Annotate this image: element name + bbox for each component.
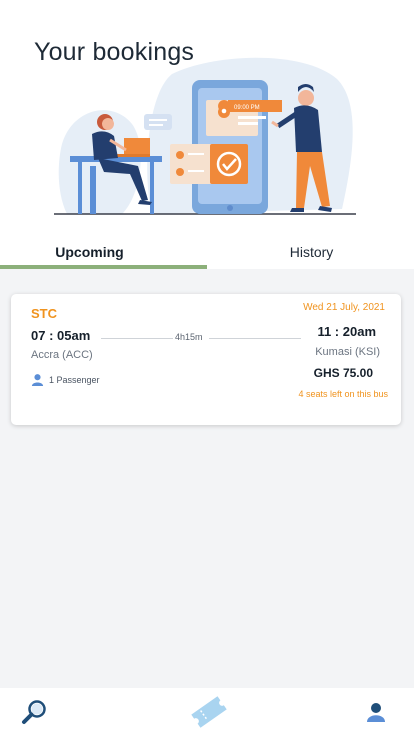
booking-illustration: 09:00 PM xyxy=(54,57,356,215)
tab-upcoming[interactable]: Upcoming xyxy=(0,244,193,260)
ticket-price: GHS 75.00 xyxy=(313,366,373,380)
route-line-right xyxy=(209,338,301,339)
departure-time: 07 : 05am xyxy=(31,328,91,343)
ticket-icon xyxy=(191,696,227,728)
profile-icon xyxy=(367,703,385,722)
active-tab-indicator xyxy=(0,265,207,269)
booking-tabs: Upcoming History xyxy=(0,236,414,269)
booking-card[interactable]: STC Wed 21 July, 2021 07 : 05am 4h15m 11… xyxy=(11,294,401,425)
operator-name: STC xyxy=(31,306,57,321)
arrival-time: 11 : 20am xyxy=(317,324,376,339)
tab-history[interactable]: History xyxy=(208,244,414,260)
nav-search-button[interactable] xyxy=(15,688,55,736)
route-line-left xyxy=(101,338,173,339)
search-icon xyxy=(22,700,46,724)
departure-city: Accra (ACC) xyxy=(31,349,93,361)
bottom-navigation xyxy=(0,688,414,736)
passenger-icon xyxy=(31,374,44,386)
seats-left: 4 seats left on this bus xyxy=(298,389,388,399)
nav-tickets-button[interactable] xyxy=(185,688,233,736)
arrival-city: Kumasi (KSI) xyxy=(315,346,380,358)
trip-date: Wed 21 July, 2021 xyxy=(303,302,385,313)
trip-duration: 4h15m xyxy=(175,332,203,342)
phone-time-label: 09:00 PM xyxy=(234,105,260,111)
header-area: Your bookings 09:00 PM xyxy=(0,0,414,268)
passenger-count: 1 Passenger xyxy=(49,375,100,385)
nav-profile-button[interactable] xyxy=(358,688,394,736)
